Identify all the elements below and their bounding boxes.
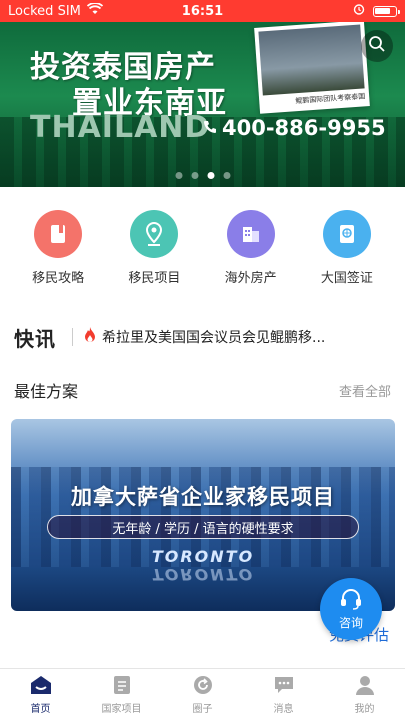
passport-icon — [322, 210, 371, 258]
carousel-dot[interactable] — [223, 172, 230, 179]
wifi-icon — [86, 2, 103, 19]
book-icon — [34, 210, 83, 258]
fire-icon — [83, 326, 97, 348]
tab-home[interactable]: 首页 — [0, 669, 81, 720]
tab-label: 消息 — [273, 704, 294, 715]
news-ticker[interactable]: 快讯 希拉里及美国国会议员会见鲲鹏移... — [14, 322, 391, 352]
banner-team-photo: 鲲鹏国际团队考察泰国 — [254, 22, 370, 114]
plan-card-title: 加拿大萨省企业家移民项目 — [71, 485, 335, 509]
tab-label: 首页 — [30, 704, 51, 715]
plan-card-subtitle: 无年龄 / 学历 / 语言的硬性要求 — [47, 515, 359, 539]
banner-country: THAILAND — [30, 110, 211, 145]
plan-card-sign: TORONTO — [151, 547, 255, 566]
quick-nav-label: 移民攻略 — [32, 271, 85, 286]
headset-icon — [339, 588, 363, 613]
quick-nav-label: 移民项目 — [128, 271, 181, 286]
tab-circle[interactable]: 圈子 — [162, 669, 243, 720]
tab-label: 我的 — [354, 704, 375, 715]
view-all-link[interactable]: 查看全部 — [339, 381, 391, 400]
tab-messages[interactable]: 消息 — [243, 669, 324, 720]
promo-banner[interactable]: 投资泰国房产 置业东南亚 THAILAND 400-886-9955 鲲鹏国际团… — [0, 22, 405, 187]
banner-phone-number: 400-886-9955 — [222, 116, 386, 140]
chat-icon — [272, 674, 296, 696]
consult-button[interactable]: 咨询 — [320, 578, 382, 640]
news-divider — [72, 328, 73, 346]
quick-nav-immigration-projects[interactable]: 移民项目 — [114, 210, 194, 286]
best-plans-title: 最佳方案 — [14, 382, 79, 401]
best-plans-header: 最佳方案 查看全部 — [14, 378, 391, 402]
banner-phone: 400-886-9955 — [202, 116, 386, 140]
location-pin-icon — [130, 210, 179, 258]
phone-icon — [202, 116, 218, 140]
news-logo: 快讯 — [14, 326, 56, 351]
quick-nav-immigration-guide[interactable]: 移民攻略 — [18, 210, 98, 286]
building-icon — [226, 210, 275, 258]
carousel-dot[interactable] — [207, 172, 214, 179]
tab-bar: 首页 国家项目 圈子 消息 我的 — [0, 668, 405, 720]
tab-label: 国家项目 — [101, 704, 142, 715]
carousel-dot[interactable] — [191, 172, 198, 179]
search-button[interactable] — [361, 30, 393, 62]
quick-nav: 移民攻略 移民项目 海外房产 大国签证 — [0, 210, 405, 286]
quick-nav-overseas-property[interactable]: 海外房产 — [211, 210, 291, 286]
home-icon — [29, 674, 53, 696]
user-icon — [353, 674, 377, 696]
status-bar: Locked SIM 16:51 — [0, 0, 405, 22]
document-icon — [110, 674, 134, 696]
tab-country-projects[interactable]: 国家项目 — [81, 669, 162, 720]
quick-nav-visa[interactable]: 大国签证 — [307, 210, 387, 286]
tab-label: 圈子 — [192, 704, 213, 715]
consult-label: 咨询 — [338, 615, 363, 630]
carrier-label: Locked SIM — [8, 3, 81, 19]
quick-nav-label: 大国签证 — [320, 271, 373, 286]
refresh-icon — [191, 674, 215, 696]
carousel-dot[interactable] — [175, 172, 182, 179]
tab-profile[interactable]: 我的 — [324, 669, 405, 720]
search-icon — [368, 35, 386, 57]
battery-icon — [373, 5, 400, 17]
carousel-dots — [175, 172, 230, 179]
status-time: 16:51 — [181, 3, 224, 19]
news-headline[interactable]: 希拉里及美国国会议员会见鲲鹏移... — [102, 327, 391, 347]
quick-nav-label: 海外房产 — [224, 271, 277, 286]
alarm-icon — [353, 3, 365, 19]
